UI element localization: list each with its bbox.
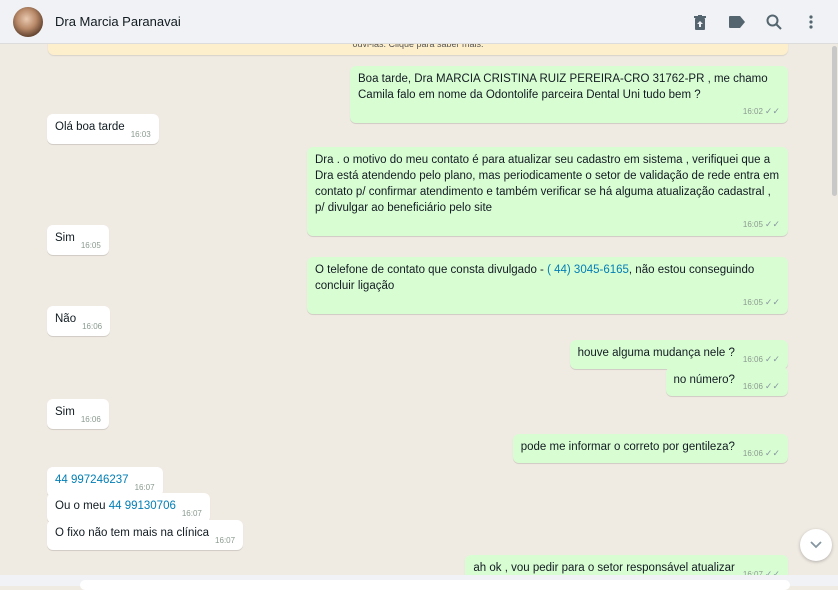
message-text: Ou o meu xyxy=(55,500,109,512)
chevron-down-icon xyxy=(810,541,822,549)
menu-icon[interactable] xyxy=(801,12,821,32)
read-ticks-icon: ✓✓ xyxy=(764,106,780,116)
message-input[interactable] xyxy=(80,580,790,590)
message-outgoing: houve alguma mudança nele ? 16:06 ✓✓ xyxy=(569,340,788,369)
contact-name[interactable]: Dra Marcia Paranavai xyxy=(55,14,181,29)
message-text: pode me informar o correto por gentileza… xyxy=(520,441,735,453)
message-outgoing: pode me informar o correto por gentileza… xyxy=(512,434,788,463)
message-meta: 16:06 ✓✓ xyxy=(742,448,780,458)
message-text: O telefone de contato que consta divulga… xyxy=(315,264,548,276)
message-meta: 16:05 ✓✓ xyxy=(742,219,780,229)
chat-header: Dra Marcia Paranavai xyxy=(0,0,838,44)
scrollbar[interactable] xyxy=(832,46,837,196)
message-outgoing: Dra . o motivo do meu contato é para atu… xyxy=(307,147,788,236)
avatar[interactable] xyxy=(13,6,43,37)
read-ticks-icon: ✓✓ xyxy=(764,381,780,391)
message-outgoing: Boa tarde, Dra MARCIA CRISTINA RUIZ PERE… xyxy=(350,66,788,123)
message-incoming: Sim 16:05 xyxy=(47,225,109,255)
phone-link[interactable]: ( 44) 3045-6165 xyxy=(547,264,629,276)
message-meta: 16:02 ✓✓ xyxy=(742,106,780,116)
read-ticks-icon: ✓✓ xyxy=(764,354,780,364)
phone-link[interactable]: 44 99130706 xyxy=(109,500,176,512)
read-ticks-icon: ✓✓ xyxy=(764,448,780,458)
phone-link[interactable]: 44 997246237 xyxy=(55,474,129,486)
message-meta: 16:06 ✓✓ xyxy=(742,381,780,391)
message-text: ah ok , vou pedir para o setor responsáv… xyxy=(473,562,735,574)
scroll-down-button[interactable] xyxy=(800,529,832,561)
read-ticks-icon: ✓✓ xyxy=(764,297,780,307)
message-meta: 16:05 ✓✓ xyxy=(742,297,780,307)
message-incoming: Ou o meu 44 99130706 16:07 xyxy=(47,493,210,523)
message-incoming: Olá boa tarde 16:03 xyxy=(47,114,159,144)
message-text: Não xyxy=(55,313,77,325)
message-time: 16:07 xyxy=(215,536,236,545)
message-text: no número? xyxy=(673,374,735,386)
message-text: Boa tarde, Dra MARCIA CRISTINA RUIZ PERE… xyxy=(358,73,768,101)
message-text: Dra . o motivo do meu contato é para atu… xyxy=(315,154,780,214)
message-outgoing: O telefone de contato que consta divulga… xyxy=(307,257,788,314)
message-time: 16:03 xyxy=(130,130,151,139)
message-text: Sim xyxy=(55,232,75,244)
message-time: 16:06 xyxy=(82,322,103,331)
message-time: 16:06 xyxy=(80,415,101,424)
message-text: O fixo não tem mais na clínica xyxy=(55,527,210,539)
message-text: Olá boa tarde xyxy=(55,121,125,133)
archive-icon[interactable] xyxy=(690,12,710,32)
message-incoming: O fixo não tem mais na clínica 16:07 xyxy=(47,520,244,550)
label-icon[interactable] xyxy=(727,12,747,32)
search-icon[interactable] xyxy=(764,12,784,32)
message-text: Sim xyxy=(55,406,75,418)
message-incoming: Não 16:06 xyxy=(47,306,111,336)
message-time: 16:05 xyxy=(80,241,101,250)
read-ticks-icon: ✓✓ xyxy=(764,219,780,229)
message-text: houve alguma mudança nele ? xyxy=(577,347,735,359)
message-meta: 16:06 ✓✓ xyxy=(742,354,780,364)
message-outgoing: no número? 16:06 ✓✓ xyxy=(665,367,788,396)
message-incoming: Sim 16:06 xyxy=(47,399,109,429)
